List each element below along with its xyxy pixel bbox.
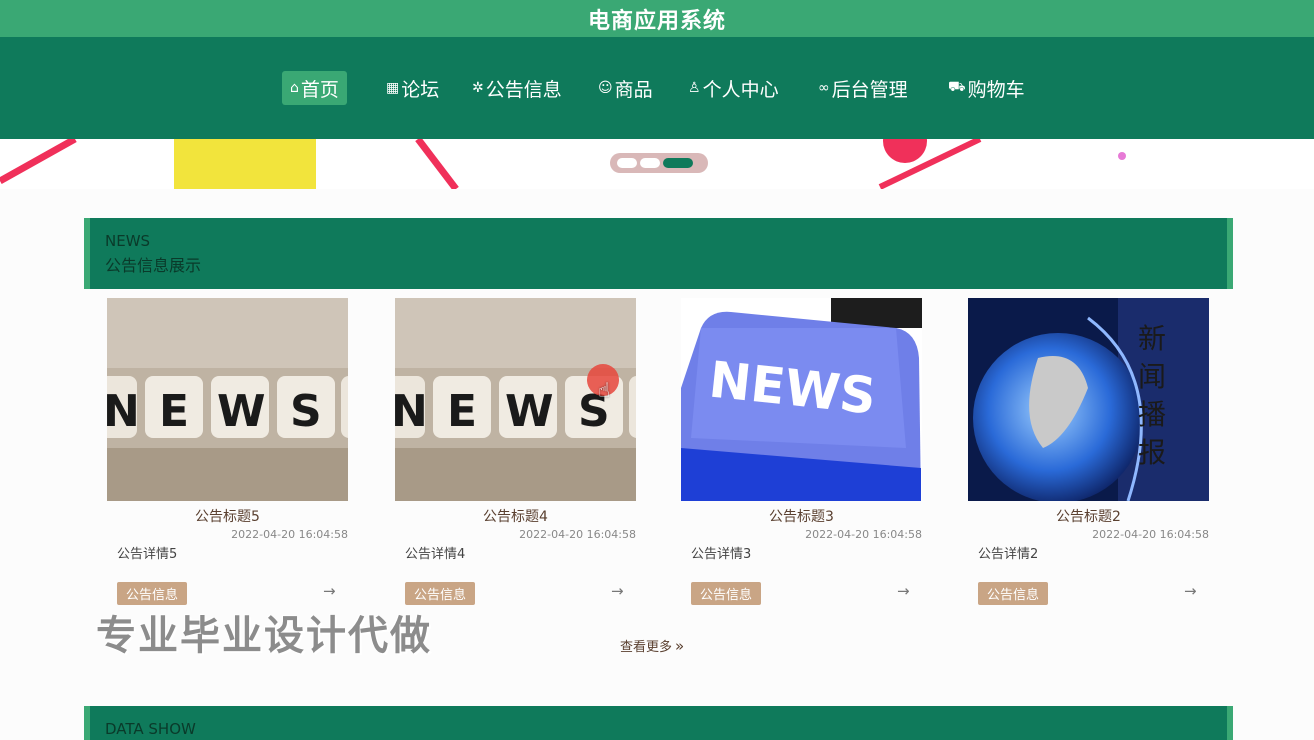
carousel-dot-active[interactable] [663, 158, 693, 168]
arrow-right-icon[interactable]: → [323, 582, 336, 600]
card-tag[interactable]: 公告信息 [117, 582, 188, 605]
section-title-cn: 公告信息展示 [105, 256, 202, 275]
nav-item-label: 购物车 [967, 78, 1025, 101]
carousel-indicators [610, 153, 708, 173]
section-title-en: NEWS [105, 232, 151, 250]
double-chevron-right-icon: » [675, 637, 685, 655]
card-title[interactable]: 公告标题3 [681, 506, 922, 526]
card-title[interactable]: 公告标题2 [968, 506, 1209, 526]
nav-item-home[interactable]: ⌂ 首页 [282, 71, 347, 105]
nav-item-label: 后台管理 [831, 78, 908, 101]
arrow-right-icon[interactable]: → [1184, 582, 1197, 600]
nav-item-label: 首页 [300, 78, 339, 101]
user-icon: ♙ [688, 80, 701, 96]
svg-text:闻: 闻 [1138, 360, 1166, 393]
news-keyboard-key-image[interactable]: NEWS [681, 298, 922, 501]
nav-item-forum[interactable]: ▦ 论坛 [380, 71, 445, 105]
watermark-text: 专业毕业设计代做 [96, 613, 432, 659]
svg-text:E: E [159, 386, 189, 437]
arrow-right-icon[interactable]: → [611, 582, 624, 600]
svg-text:N: N [395, 386, 428, 437]
nav-item-label: 论坛 [401, 78, 440, 101]
svg-text:N: N [107, 386, 140, 437]
main-nav: ⌂ 首页 ▦ 论坛 ✲ 公告信息 ☺ 商品 ♙ 个人中心 ∞ 后台管理 ⛟ 购物… [0, 37, 1314, 139]
news-card[interactable]: 新 闻 播 报 公告标题2 2022-04-20 16:04:58 公告详情2 … [968, 298, 1228, 618]
card-date: 2022-04-20 16:04:58 [805, 528, 922, 541]
carousel-dot[interactable] [617, 158, 637, 168]
nav-item-profile[interactable]: ♙ 个人中心 [682, 71, 785, 105]
title-bar: 电商应用系统 [0, 0, 1314, 37]
home-icon: ⌂ [290, 80, 299, 96]
page: 电商应用系统 ⌂ 首页 ▦ 论坛 ✲ 公告信息 ☺ 商品 ♙ 个人中心 ∞ 后台… [0, 0, 1314, 740]
news-card[interactable]: NEWS 公告标题3 2022-04-20 16:04:58 公告详情3 公告信… [681, 298, 941, 618]
link-icon: ∞ [818, 80, 830, 96]
svg-text:报: 报 [1138, 436, 1166, 469]
carousel-dot[interactable] [640, 158, 660, 168]
arrow-right-icon[interactable]: → [897, 582, 910, 600]
svg-text:E: E [447, 386, 477, 437]
svg-text:播: 播 [1138, 398, 1166, 431]
forum-icon: ▦ [386, 80, 400, 96]
card-detail: 公告详情4 [405, 547, 466, 562]
card-tag[interactable]: 公告信息 [405, 582, 476, 605]
svg-text:W: W [217, 386, 266, 437]
card-date: 2022-04-20 16:04:58 [519, 528, 636, 541]
nav-item-label: 公告信息 [485, 78, 562, 101]
view-more-label: 查看更多 [620, 640, 673, 655]
news-dice-image[interactable]: N E W S [107, 298, 348, 501]
app-title: 电商应用系统 [587, 8, 726, 34]
cart-icon: ⛟ [948, 79, 966, 95]
notice-icon: ✲ [472, 80, 484, 96]
news-globe-broadcast-image[interactable]: 新 闻 播 报 [968, 298, 1209, 501]
card-date: 2022-04-20 16:04:58 [231, 528, 348, 541]
news-card[interactable]: N E W S 公告标题4 2022-04-20 16:04:58 公告详情4 … [395, 298, 655, 618]
card-detail: 公告详情2 [978, 547, 1039, 562]
section-title-en: DATA SHOW [105, 720, 196, 738]
nav-item-goods[interactable]: ☺ 商品 [592, 71, 659, 105]
nav-item-label: 商品 [614, 78, 653, 101]
card-tag[interactable]: 公告信息 [691, 582, 762, 605]
nav-item-cart[interactable]: ⛟ 购物车 [942, 71, 1031, 105]
card-detail: 公告详情5 [117, 547, 178, 562]
svg-text:S: S [290, 386, 322, 437]
news-card[interactable]: N E W S 公告标题5 2022-04-20 16:04:58 公告详情5 … [107, 298, 367, 618]
card-title[interactable]: 公告标题5 [107, 506, 348, 526]
view-more-link[interactable]: 查看更多» [620, 636, 684, 655]
data-section-header: DATA SHOW [84, 706, 1233, 740]
nav-item-admin[interactable]: ∞ 后台管理 [812, 71, 914, 105]
nav-item-notice[interactable]: ✲ 公告信息 [466, 71, 568, 105]
nav-item-label: 个人中心 [702, 78, 779, 101]
goods-icon: ☺ [598, 80, 613, 96]
card-tag[interactable]: 公告信息 [978, 582, 1049, 605]
news-section-header: NEWS 公告信息展示 [84, 218, 1233, 289]
card-title[interactable]: 公告标题4 [395, 506, 636, 526]
svg-text:新: 新 [1138, 322, 1166, 355]
card-detail: 公告详情3 [691, 547, 752, 562]
card-date: 2022-04-20 16:04:58 [1092, 528, 1209, 541]
hand-cursor-icon: ☝ [598, 378, 611, 402]
svg-text:W: W [505, 386, 554, 437]
